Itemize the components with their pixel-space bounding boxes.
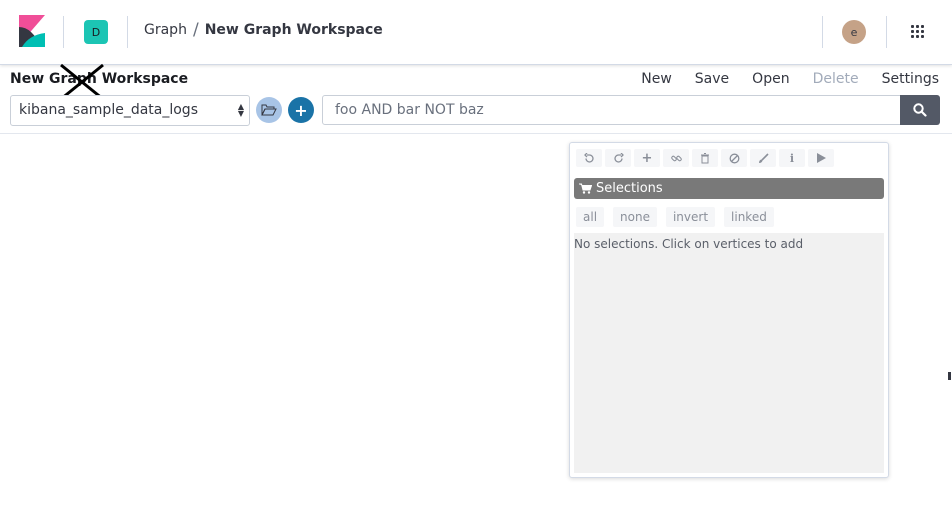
kibana-logo-icon[interactable] [19, 15, 45, 47]
index-pattern-value: kibana_sample_data_logs [19, 102, 198, 118]
blocked-icon [729, 153, 739, 163]
plus-icon: + [294, 100, 308, 120]
selections-list: No selections. Click on vertices to add [574, 233, 884, 473]
workspace-menu: New Save Open Delete Settings [618, 71, 939, 87]
link-icon [670, 155, 682, 161]
apps-grid-icon[interactable] [911, 25, 924, 38]
selection-actions: all none invert linked [576, 207, 783, 227]
undo-icon [583, 152, 594, 163]
header-divider [127, 16, 128, 48]
delete-button[interactable]: Delete [813, 71, 859, 87]
divider [0, 133, 952, 134]
breadcrumb-current: New Graph Workspace [204, 22, 383, 38]
search-icon [913, 103, 927, 117]
delete-selection-button[interactable] [692, 149, 718, 167]
breadcrumb: Graph / New Graph Workspace [144, 20, 383, 40]
search-input[interactable] [322, 95, 901, 125]
play-icon [816, 153, 826, 163]
invert-selection-button[interactable]: invert [665, 207, 716, 227]
space-avatar-initial: D [91, 25, 101, 39]
expand-selection-button[interactable]: + [634, 149, 660, 167]
style-button[interactable] [750, 149, 776, 167]
trash-icon [701, 152, 709, 163]
search-button[interactable] [900, 95, 940, 125]
paint-brush-icon [758, 152, 769, 163]
save-button[interactable]: Save [695, 71, 729, 87]
info-button[interactable]: i [779, 149, 805, 167]
user-avatar-initial: e [850, 25, 858, 39]
open-button[interactable]: Open [752, 71, 789, 87]
space-avatar[interactable]: D [84, 20, 108, 44]
block-button[interactable] [721, 149, 747, 167]
open-folder-button[interactable] [256, 97, 282, 123]
shopping-cart-icon [579, 183, 592, 194]
header-divider [822, 16, 823, 48]
header-divider [63, 16, 64, 48]
top-header: D Graph / New Graph Workspace e [0, 0, 952, 65]
expand-icon: + [641, 150, 653, 166]
select-none-button[interactable]: none [613, 207, 657, 227]
link-button[interactable] [663, 149, 689, 167]
graph-control-panel: + i Selections all none invert linked No… [569, 142, 889, 478]
scroll-edge-marker [948, 372, 951, 380]
empty-selections-message: No selections. Click on vertices to add [574, 237, 804, 251]
redo-button[interactable] [605, 149, 631, 167]
settings-button[interactable]: Settings [882, 71, 939, 87]
add-field-button[interactable]: + [288, 97, 314, 123]
select-arrows-icon: ▲ ▼ [237, 102, 244, 118]
select-all-button[interactable]: all [576, 207, 605, 227]
folder-open-icon [261, 104, 277, 116]
index-pattern-select[interactable]: kibana_sample_data_logs ▲ ▼ [10, 95, 250, 126]
breadcrumb-graph[interactable]: Graph [144, 22, 187, 38]
info-icon: i [789, 151, 795, 165]
selections-title: Selections [596, 181, 663, 196]
breadcrumb-separator: / [192, 20, 199, 40]
play-button[interactable] [808, 149, 834, 167]
new-button[interactable]: New [641, 71, 672, 87]
user-avatar[interactable]: e [842, 20, 866, 44]
redo-icon [613, 152, 624, 163]
header-divider [886, 16, 887, 48]
undo-button[interactable] [576, 149, 602, 167]
select-linked-button[interactable]: linked [724, 207, 774, 227]
panel-toolbar: + i [576, 149, 837, 167]
selections-header: Selections [574, 178, 884, 199]
